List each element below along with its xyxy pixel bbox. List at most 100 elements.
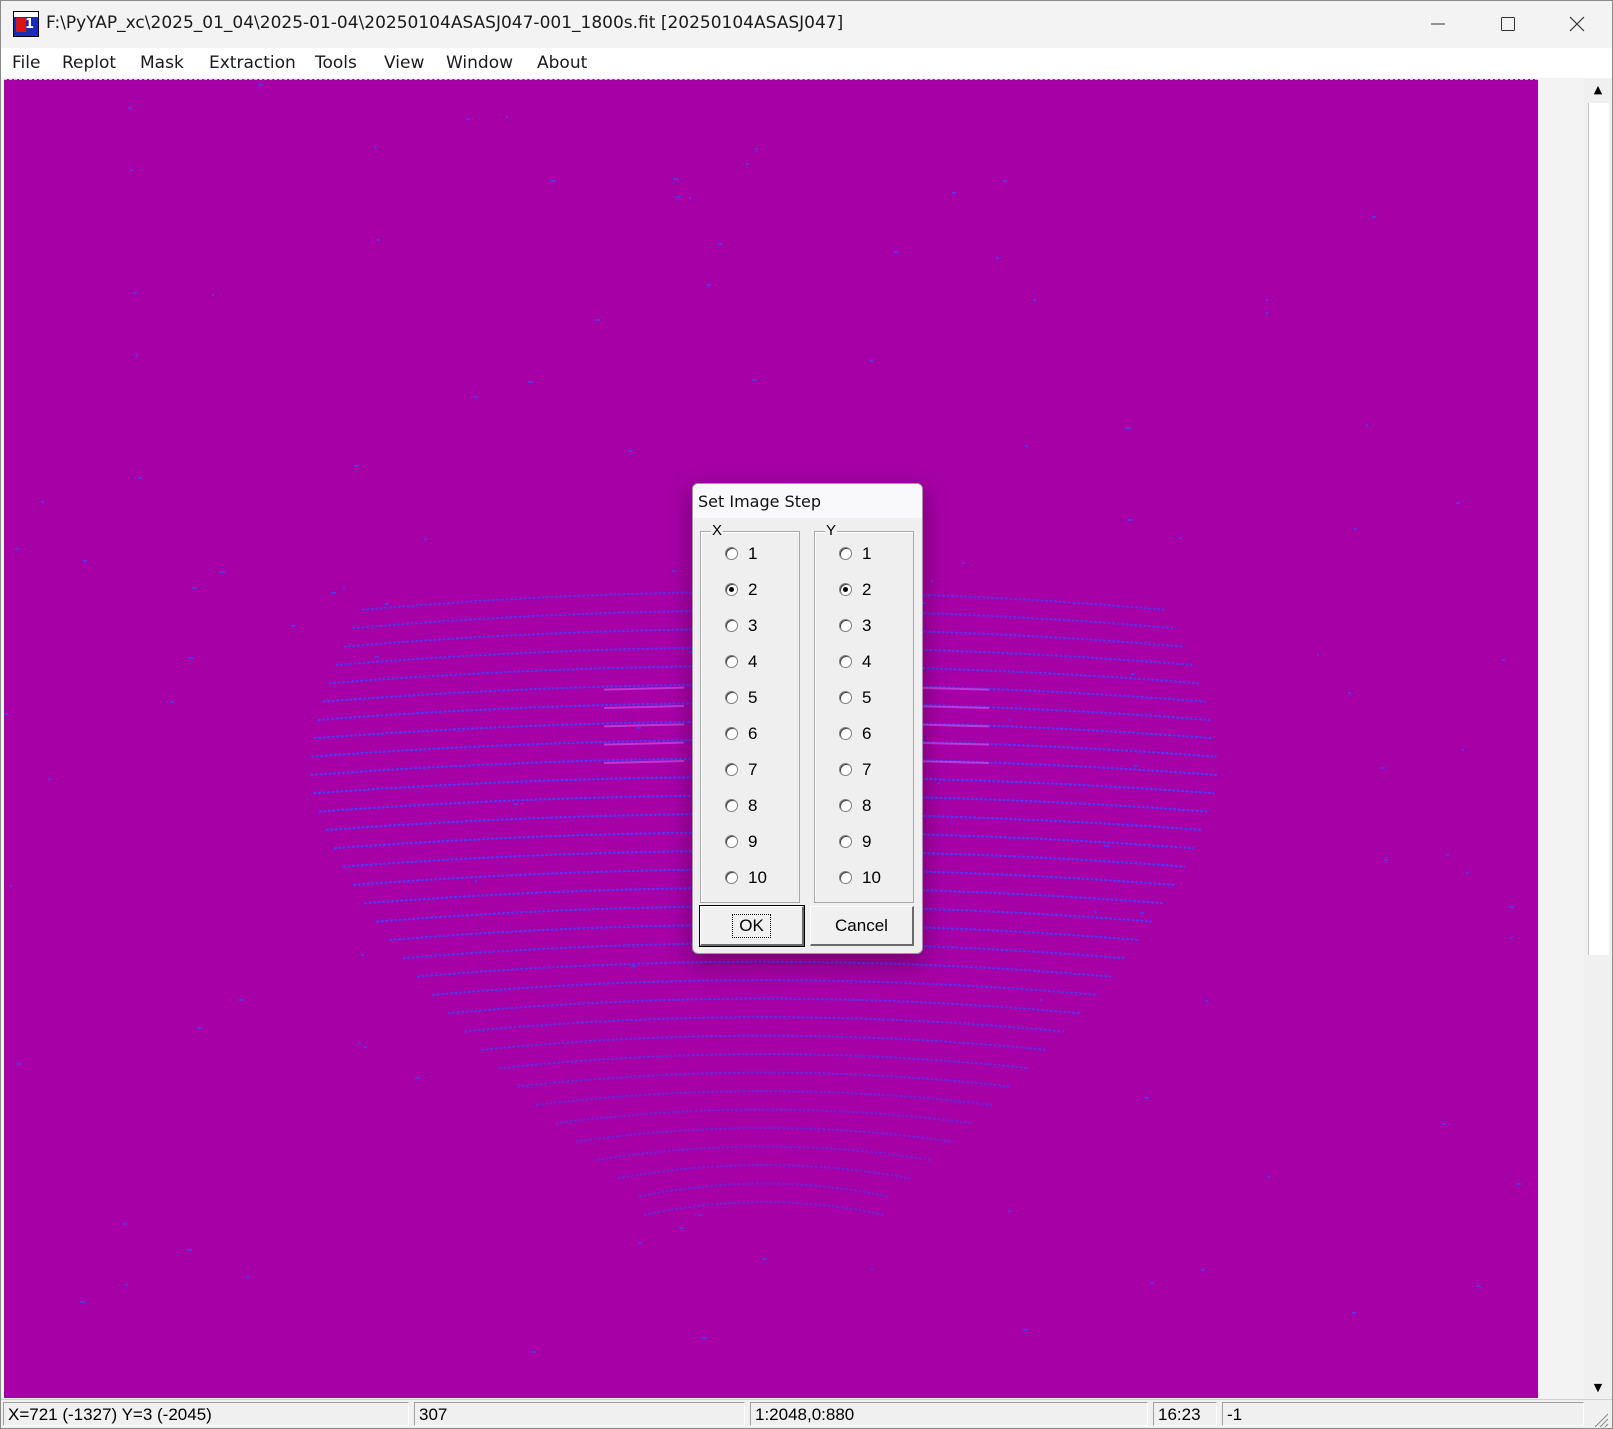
cosmic-ray-pixel	[1150, 1282, 1154, 1284]
y-step-radio-2[interactable]	[839, 583, 852, 596]
cosmic-ray-pixel	[246, 1276, 250, 1278]
x-step-option-2[interactable]: 2	[725, 580, 795, 602]
cosmic-ray-pixel	[1125, 427, 1131, 429]
title-bar[interactable]: 1 F:\PyYAP_xc\2025_01_04\2025-01-04\2025…	[1, 1, 1612, 47]
x-step-option-9[interactable]: 9	[725, 832, 795, 854]
x-step-option-10[interactable]: 10	[725, 868, 795, 890]
x-step-option-6[interactable]: 6	[725, 724, 795, 746]
menu-window[interactable]: Window	[446, 53, 513, 73]
y-step-option-3[interactable]: 3	[839, 616, 909, 638]
cosmic-ray-pixel	[343, 587, 345, 589]
cosmic-ray-pixel	[474, 396, 478, 398]
cosmic-ray-pixel	[385, 603, 389, 605]
y-step-option-10[interactable]: 10	[839, 868, 909, 890]
y-step-radio-9[interactable]	[839, 835, 852, 848]
x-step-radio-1[interactable]	[725, 547, 738, 560]
ok-button[interactable]: OK	[699, 905, 805, 947]
y-step-radio-7[interactable]	[839, 763, 852, 776]
x-step-label-2: 2	[748, 580, 758, 599]
y-step-option-4[interactable]: 4	[839, 652, 909, 674]
x-step-option-5[interactable]: 5	[725, 688, 795, 710]
y-step-radio-3[interactable]	[839, 619, 852, 632]
cosmic-ray-pixel	[1509, 906, 1514, 908]
x-step-radio-10[interactable]	[725, 871, 738, 884]
ok-button-label: OK	[732, 914, 771, 938]
cosmic-ray-pixel	[1366, 424, 1368, 426]
y-step-option-6[interactable]: 6	[839, 724, 909, 746]
resize-grip-icon[interactable]	[1591, 1410, 1609, 1428]
cosmic-ray-pixel	[1466, 872, 1469, 874]
cosmic-ray-pixel	[331, 592, 336, 594]
cosmic-ray-pixel	[1023, 1329, 1028, 1331]
cosmic-ray-pixel	[871, 1268, 873, 1270]
maximize-button[interactable]	[1473, 1, 1543, 47]
vertical-scrollbar[interactable]: ▲ ▼	[1584, 79, 1612, 1399]
x-step-radio-5[interactable]	[725, 691, 738, 704]
cosmic-ray-pixel	[1040, 999, 1042, 1001]
status-time: 16:23	[1153, 1402, 1217, 1426]
dialog-title-bar[interactable]: Set Image Step	[693, 484, 922, 518]
cosmic-ray-pixel	[1446, 854, 1449, 856]
x-step-radio-2[interactable]	[725, 583, 738, 596]
cosmic-ray-pixel	[755, 148, 758, 150]
cosmic-ray-pixel	[1476, 1285, 1481, 1287]
minimize-button[interactable]	[1403, 1, 1473, 47]
x-step-radio-3[interactable]	[725, 619, 738, 632]
y-step-radio-1[interactable]	[839, 547, 852, 560]
cosmic-ray-pixel	[631, 965, 636, 967]
menu-mask[interactable]: Mask	[140, 53, 184, 73]
y-step-option-7[interactable]: 7	[839, 760, 909, 782]
y-step-radio-10[interactable]	[839, 871, 852, 884]
scroll-up-arrow-icon[interactable]: ▲	[1584, 79, 1612, 101]
cosmic-ray-pixel	[212, 294, 214, 296]
x-step-option-1[interactable]: 1	[725, 544, 795, 566]
cosmic-ray-pixel	[364, 1046, 367, 1048]
cancel-button[interactable]: Cancel	[810, 906, 914, 946]
menu-file[interactable]: File	[12, 53, 40, 73]
scrollbar-thumb[interactable]	[1588, 103, 1609, 955]
menu-extraction[interactable]: Extraction	[209, 53, 296, 73]
x-step-radio-4[interactable]	[725, 655, 738, 668]
cosmic-ray-pixel	[475, 880, 477, 882]
scroll-down-arrow-icon[interactable]: ▼	[1584, 1377, 1612, 1399]
x-step-radio-9[interactable]	[725, 835, 738, 848]
y-step-option-5[interactable]: 5	[839, 688, 909, 710]
menu-tools[interactable]: Tools	[315, 53, 357, 73]
x-step-radio-6[interactable]	[725, 727, 738, 740]
y-step-option-8[interactable]: 8	[839, 796, 909, 818]
x-step-radio-8[interactable]	[725, 799, 738, 812]
x-step-option-7[interactable]: 7	[725, 760, 795, 782]
x-step-option-8[interactable]: 8	[725, 796, 795, 818]
cosmic-ray-pixel	[1384, 859, 1388, 861]
close-button[interactable]	[1542, 1, 1612, 47]
cosmic-ray-pixel	[15, 548, 19, 550]
cosmic-ray-pixel	[1510, 937, 1513, 939]
y-step-label-3: 3	[862, 616, 872, 635]
y-step-option-9[interactable]: 9	[839, 832, 909, 854]
y-step-option-2[interactable]: 2	[839, 580, 909, 602]
cosmic-ray-pixel	[514, 803, 518, 805]
y-step-radio-4[interactable]	[839, 655, 852, 668]
y-step-radio-5[interactable]	[839, 691, 852, 704]
menu-view[interactable]: View	[384, 53, 424, 73]
x-step-option-3[interactable]: 3	[725, 616, 795, 638]
cosmic-ray-pixel	[1131, 673, 1135, 675]
cosmic-ray-pixel	[239, 999, 244, 1001]
menu-about[interactable]: About	[537, 53, 587, 73]
app-logo-icon[interactable]: 1	[13, 11, 39, 37]
cosmic-ray-pixel	[952, 192, 956, 194]
x-step-option-4[interactable]: 4	[725, 652, 795, 674]
cosmic-ray-pixel	[1516, 1183, 1521, 1185]
cosmic-ray-pixel	[931, 580, 933, 582]
y-step-radio-8[interactable]	[839, 799, 852, 812]
cosmic-ray-pixel	[1104, 845, 1110, 847]
y-step-radio-6[interactable]	[839, 727, 852, 740]
cosmic-ray-pixel	[550, 180, 556, 182]
cosmic-ray-pixel	[962, 562, 965, 564]
menu-replot[interactable]: Replot	[62, 53, 116, 73]
cosmic-ray-pixel	[1127, 519, 1133, 521]
y-step-option-1[interactable]: 1	[839, 544, 909, 566]
menu-bar: File Replot Mask Extraction Tools View W…	[1, 48, 1612, 78]
x-step-radio-7[interactable]	[725, 763, 738, 776]
cosmic-ray-pixel	[1205, 1000, 1208, 1002]
